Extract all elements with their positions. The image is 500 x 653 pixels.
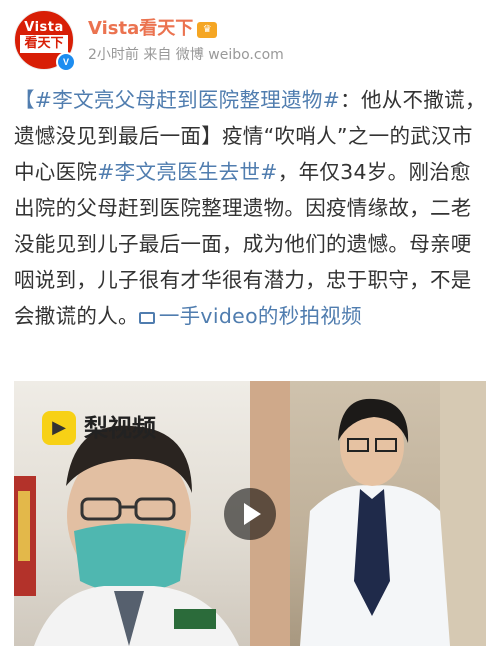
video-link-label[interactable]: 一手video的秒拍视频 xyxy=(159,304,362,328)
video-frame-left: ▶ 梨视频 xyxy=(14,381,250,646)
content-text-2: ，年仅34岁。刚治愈出院的父母赶到医院整理遗物。因疫情缘故，二老没能见到儿子最后… xyxy=(14,160,472,328)
avatar-text-mid: 看天下 xyxy=(20,35,68,53)
portrait-photo xyxy=(250,381,486,646)
post-header: Vista 看天下 V Vista看天下 ♛ 2小时前 来自 微博 weibo.c… xyxy=(14,10,486,74)
hashtag-link-2[interactable]: #李文亮医生去世# xyxy=(97,160,278,184)
post-meta: 2小时前 来自 微博 weibo.com xyxy=(88,47,284,63)
avatar-text-top: Vista xyxy=(24,20,64,35)
verified-v-icon: V xyxy=(56,52,76,72)
pear-logo-icon: ▶ xyxy=(42,411,76,445)
author-name[interactable]: Vista看天下 ♛ xyxy=(88,14,218,40)
play-icon[interactable] xyxy=(224,488,276,540)
video-link[interactable]: 一手video的秒拍视频 xyxy=(138,304,362,328)
video-frame-right xyxy=(250,381,486,646)
hashtag-link-1[interactable]: 【#李文亮父母赶到医院整理遗物# xyxy=(14,88,340,112)
author-name-label[interactable]: Vista看天下 xyxy=(88,18,193,39)
video-brand-label: 梨视频 xyxy=(84,414,156,442)
video-thumbnail[interactable]: ▶ 梨视频 xyxy=(14,381,486,646)
crown-icon: ♛ xyxy=(197,22,218,38)
post-content: 【#李文亮父母赶到医院整理遗物#：他从不撒谎，遗憾没见到最后一面】疫情“吹哨人”… xyxy=(14,82,488,334)
video-icon xyxy=(138,312,155,324)
